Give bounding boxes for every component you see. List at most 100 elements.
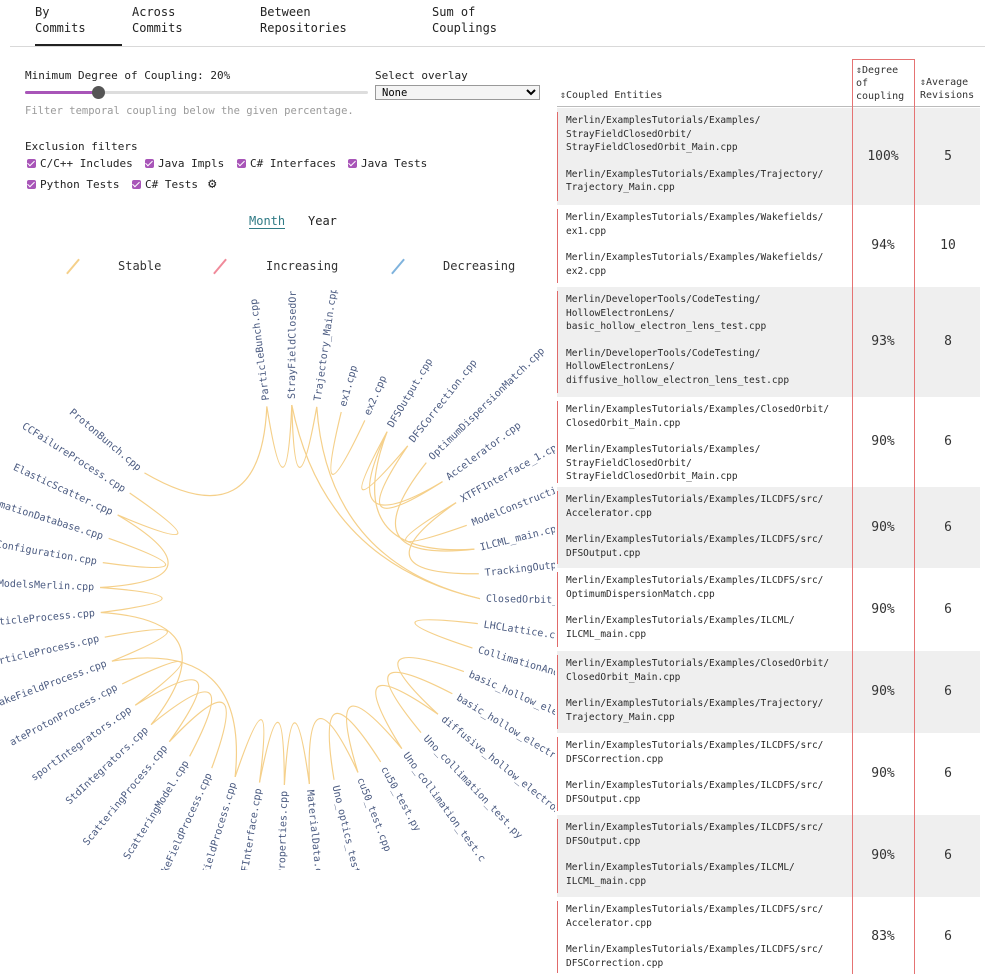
- table-row[interactable]: Merlin/ExamplesTutorials/Examples/Wakefi…: [557, 205, 980, 287]
- coupling-edge: [346, 705, 403, 773]
- table-row[interactable]: Merlin/ExamplesTutorials/Examples/ILCDFS…: [557, 733, 980, 815]
- table-row[interactable]: Merlin/ExamplesTutorials/Examples/ILCDFS…: [557, 897, 980, 977]
- coupling-edge: [374, 431, 475, 551]
- checkbox-label: C/C++ Includes: [40, 157, 133, 170]
- table-row[interactable]: Merlin/ExamplesTutorials/Examples/Closed…: [557, 397, 980, 487]
- degree-value: 93%: [871, 334, 895, 349]
- bundle-node-label[interactable]: ex2.cpp: [363, 374, 390, 417]
- exclusion-filters-title: Exclusion filters: [25, 140, 138, 153]
- bundle-node-label[interactable]: ParticleBunch.cpp: [249, 298, 272, 401]
- checkbox-checked-icon[interactable]: [27, 159, 36, 168]
- header-label: Coupled Entities: [566, 90, 663, 101]
- table-row[interactable]: Merlin/ExamplesTutorials/Examples/ Stray…: [557, 108, 980, 205]
- bundle-node-label[interactable]: CCFailureProcess.cpp: [20, 421, 128, 495]
- bundle-node-label[interactable]: ClosedOrbit_Main.cpp: [486, 594, 555, 607]
- period-month[interactable]: Month: [249, 214, 286, 229]
- bundle-node-label[interactable]: TrackingOutput.cpp: [484, 556, 555, 579]
- bundle-node-label[interactable]: MaterialProperties.cpp: [275, 791, 290, 870]
- row-marker: [557, 491, 558, 564]
- checkbox-checked-icon[interactable]: [145, 159, 154, 168]
- coupling-edge: [266, 404, 293, 468]
- degree-value: 90%: [871, 601, 895, 617]
- coupling-edge: [283, 722, 310, 785]
- coupling-edge: [168, 701, 227, 769]
- revisions-value: 6: [944, 766, 952, 781]
- tab-label-line2: Commits: [35, 21, 86, 35]
- coupling-edge: [100, 586, 163, 614]
- table-row[interactable]: Merlin/ExamplesTutorials/Examples/ILCDFS…: [557, 487, 980, 568]
- coupling-edge: [397, 656, 465, 715]
- header-coupled-entities[interactable]: ⇕Coupled Entities: [560, 89, 662, 102]
- bundle-node-label[interactable]: cu50_test.cpp: [354, 776, 392, 853]
- header-degree-of-coupling[interactable]: ⇕Degree of coupling: [856, 64, 904, 103]
- exclude-cpp-includes[interactable]: C/C++ Includes: [27, 157, 133, 170]
- coupled-entity-a: Merlin/ExamplesTutorials/Examples/Closed…: [566, 404, 830, 429]
- exclude-java-tests[interactable]: Java Tests: [348, 157, 427, 170]
- period-year[interactable]: Year: [308, 214, 337, 228]
- table-row[interactable]: Merlin/ExamplesTutorials/Examples/ILCDFS…: [557, 815, 980, 897]
- bundle-node-label[interactable]: Uno_collimation_test.c: [400, 751, 487, 865]
- min-coupling-label: Minimum Degree of Coupling: 20%: [25, 69, 231, 82]
- bundle-node-label[interactable]: chRadParticleProcess.cpp: [0, 608, 95, 632]
- header-label: Degree: [862, 65, 899, 76]
- bundle-node-label[interactable]: ScatteringModelsMerlin.cpp: [0, 576, 94, 593]
- tab-across-commits[interactable]: Across Commits: [132, 4, 183, 36]
- bundle-node-label[interactable]: StdIntegrators.cpp: [64, 725, 151, 807]
- slider-fill: [25, 91, 98, 94]
- exclude-python-tests[interactable]: Python Tests: [27, 178, 119, 191]
- gear-icon[interactable]: ⚙: [208, 176, 216, 192]
- slider-thumb[interactable]: [92, 86, 105, 99]
- row-marker: [557, 572, 558, 647]
- exclude-cs-tests[interactable]: C# Tests: [132, 178, 198, 191]
- header-average-revisions[interactable]: ⇕Average Revisions: [920, 76, 974, 102]
- tab-label-line1: Between: [260, 5, 311, 19]
- bundle-node-label[interactable]: ScatteringProcess.cpp: [81, 743, 170, 848]
- bundle-node-label[interactable]: sportIntegrators.cpp: [29, 705, 133, 784]
- table-row[interactable]: Merlin/ExamplesTutorials/Examples/ILCDFS…: [557, 568, 980, 651]
- tab-sum-of-couplings[interactable]: Sum of Couplings: [432, 4, 497, 36]
- coupling-edge: [330, 411, 366, 475]
- coupling-edge: [111, 657, 237, 777]
- tab-between-repositories[interactable]: Between Repositories: [260, 4, 347, 36]
- checkbox-checked-icon[interactable]: [348, 159, 357, 168]
- checkbox-label: Java Tests: [361, 157, 428, 170]
- bundle-node-label[interactable]: ex1.cpp: [338, 364, 360, 408]
- bundle-node-label[interactable]: ILCML_main.cpp: [479, 522, 555, 553]
- coupled-entity-b: Merlin/ExamplesTutorials/Examples/ILCML/…: [566, 615, 795, 640]
- bundle-node-label[interactable]: LHCLattice.cpp: [483, 620, 555, 644]
- row-marker: [557, 291, 558, 393]
- coupled-entity-a: Merlin/ExamplesTutorials/Examples/ILCDFS…: [566, 822, 824, 847]
- bundle-node-label[interactable]: StrayFieldClosedOrbi: [287, 290, 299, 399]
- coupled-entity-a: Merlin/ExamplesTutorials/Examples/ILCDFS…: [566, 904, 824, 929]
- coupled-entity-a: Merlin/ExamplesTutorials/Examples/ILCDFS…: [566, 494, 824, 519]
- exclude-java-impls[interactable]: Java Impls: [145, 157, 224, 170]
- bundle-node-label[interactable]: MaterialData.cpp: [304, 789, 325, 870]
- tab-by-commits[interactable]: By Commits: [35, 4, 122, 46]
- revisions-value: 10: [940, 238, 956, 253]
- table-row[interactable]: Merlin/ExamplesTutorials/Examples/Closed…: [557, 651, 980, 733]
- coupling-edge: [144, 406, 268, 497]
- tab-label-line2: Couplings: [432, 21, 498, 35]
- exclude-cs-interfaces[interactable]: C# Interfaces: [237, 157, 336, 170]
- coupling-edge: [361, 431, 409, 491]
- coupled-entity-a: Merlin/ExamplesTutorials/Examples/ILCDFS…: [566, 740, 824, 765]
- degree-value: 83%: [871, 929, 895, 944]
- bundle-node-label[interactable]: Trajectory_Main.cpp: [313, 290, 340, 402]
- legend-increasing: Increasing: [266, 259, 339, 273]
- min-coupling-slider[interactable]: [25, 91, 368, 94]
- bundle-node-label[interactable]: XTFFInterface.cpp: [237, 788, 264, 870]
- checkbox-label: C# Tests: [145, 178, 198, 191]
- legend-stable-swatch: [66, 258, 80, 275]
- row-marker: [557, 401, 558, 483]
- checkbox-checked-icon[interactable]: [132, 180, 141, 189]
- overlay-label: Select overlay: [375, 69, 468, 82]
- legend-decreasing: Decreasing: [443, 259, 516, 273]
- coupling-edge: [405, 502, 467, 542]
- table-row[interactable]: Merlin/DeveloperTools/CodeTesting/ Hollo…: [557, 287, 980, 397]
- degree-value: 94%: [871, 238, 895, 253]
- overlay-select[interactable]: None: [375, 85, 540, 100]
- checkbox-label: Python Tests: [40, 178, 120, 191]
- checkbox-checked-icon[interactable]: [27, 180, 36, 189]
- checkbox-checked-icon[interactable]: [237, 159, 246, 168]
- revisions-value: 6: [944, 929, 952, 944]
